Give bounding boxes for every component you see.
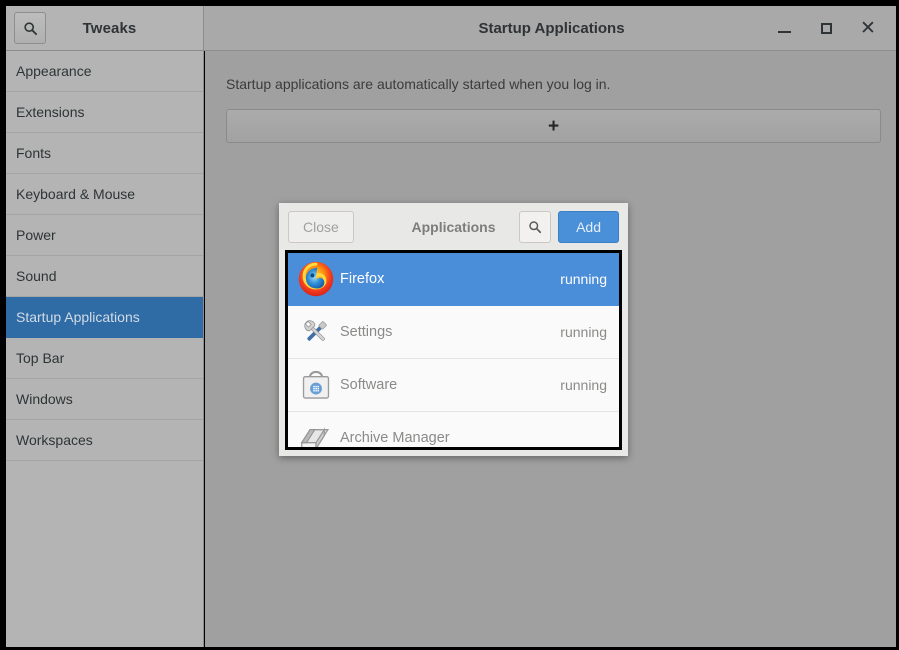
app-name: Software (340, 377, 398, 393)
sidebar-item-label: Workspaces (16, 432, 93, 448)
sidebar: Appearance Extensions Fonts Keyboard & M… (6, 51, 204, 647)
close-button[interactable]: ✕ (859, 17, 877, 39)
minimize-icon (777, 31, 791, 33)
sidebar-item-label: Extensions (16, 104, 85, 120)
sidebar-item-label: Power (16, 227, 56, 243)
sidebar-item-top-bar[interactable]: Top Bar (6, 338, 203, 379)
dialog-close-label: Close (303, 218, 339, 235)
sidebar-item-label: Startup Applications (16, 309, 140, 325)
app-status: running (560, 377, 607, 393)
app-status: running (560, 324, 607, 340)
firefox-icon (294, 257, 338, 301)
titlebar: Tweaks Startup Applications ✕ (6, 6, 896, 51)
sidebar-item-keyboard-and-mouse[interactable]: Keyboard & Mouse (6, 174, 203, 215)
app-name: Firefox (340, 271, 385, 287)
sidebar-item-label: Keyboard & Mouse (16, 186, 136, 202)
close-icon: ✕ (860, 17, 876, 39)
plus-icon: + (547, 115, 560, 137)
sidebar-item-workspaces[interactable]: Workspaces (6, 420, 203, 461)
dialog-add-button[interactable]: Add (558, 210, 619, 243)
sidebar-item-extensions[interactable]: Extensions (6, 92, 203, 133)
window-controls: ✕ (775, 17, 896, 39)
app-title: Tweaks (82, 19, 137, 37)
app-name: Archive Manager (340, 430, 450, 446)
applications-list[interactable]: Firefox running Settings running Softwar… (285, 250, 622, 450)
search-icon-button[interactable] (14, 12, 46, 44)
sidebar-item-sound[interactable]: Sound (6, 256, 203, 297)
dialog-actions: Add (519, 210, 619, 243)
software-bag-icon (294, 363, 338, 407)
sidebar-item-label: Windows (16, 391, 73, 407)
startup-description: Startup applications are automatically s… (226, 76, 611, 92)
add-startup-app-button[interactable]: + (226, 109, 881, 143)
tweaks-window: Tweaks Startup Applications ✕ Appearance… (0, 0, 899, 650)
sidebar-item-startup-applications[interactable]: Startup Applications (6, 297, 203, 338)
sidebar-item-label: Top Bar (16, 350, 65, 366)
search-icon (529, 220, 542, 233)
sidebar-item-label: Appearance (16, 63, 92, 79)
app-name: Settings (340, 324, 393, 340)
sidebar-item-windows[interactable]: Windows (6, 379, 203, 420)
list-item[interactable]: Firefox running (288, 253, 619, 306)
archive-manager-icon (294, 416, 338, 447)
maximize-icon (820, 22, 832, 34)
list-item[interactable]: Settings running (288, 306, 619, 359)
sidebar-item-fonts[interactable]: Fonts (6, 133, 203, 174)
sidebar-item-label: Fonts (16, 145, 52, 161)
search-icon (23, 21, 37, 35)
list-item[interactable]: Software running (288, 359, 619, 412)
applications-dialog: Close Applications Add Firefox running S… (279, 203, 628, 456)
dialog-add-label: Add (576, 218, 601, 235)
sidebar-item-label: Sound (16, 268, 57, 284)
titlebar-right-pane: Startup Applications ✕ (204, 6, 896, 51)
maximize-button[interactable] (817, 19, 835, 37)
dialog-header: Close Applications Add (279, 203, 628, 250)
list-item[interactable]: Archive Manager (288, 412, 619, 447)
sidebar-item-appearance[interactable]: Appearance (6, 51, 203, 92)
sidebar-item-power[interactable]: Power (6, 215, 203, 256)
app-status: running (560, 271, 607, 287)
settings-tools-icon (294, 310, 338, 354)
dialog-close-button[interactable]: Close (288, 210, 354, 243)
minimize-button[interactable] (775, 19, 793, 37)
dialog-search-button[interactable] (519, 210, 552, 243)
titlebar-left-pane: Tweaks (6, 6, 204, 51)
